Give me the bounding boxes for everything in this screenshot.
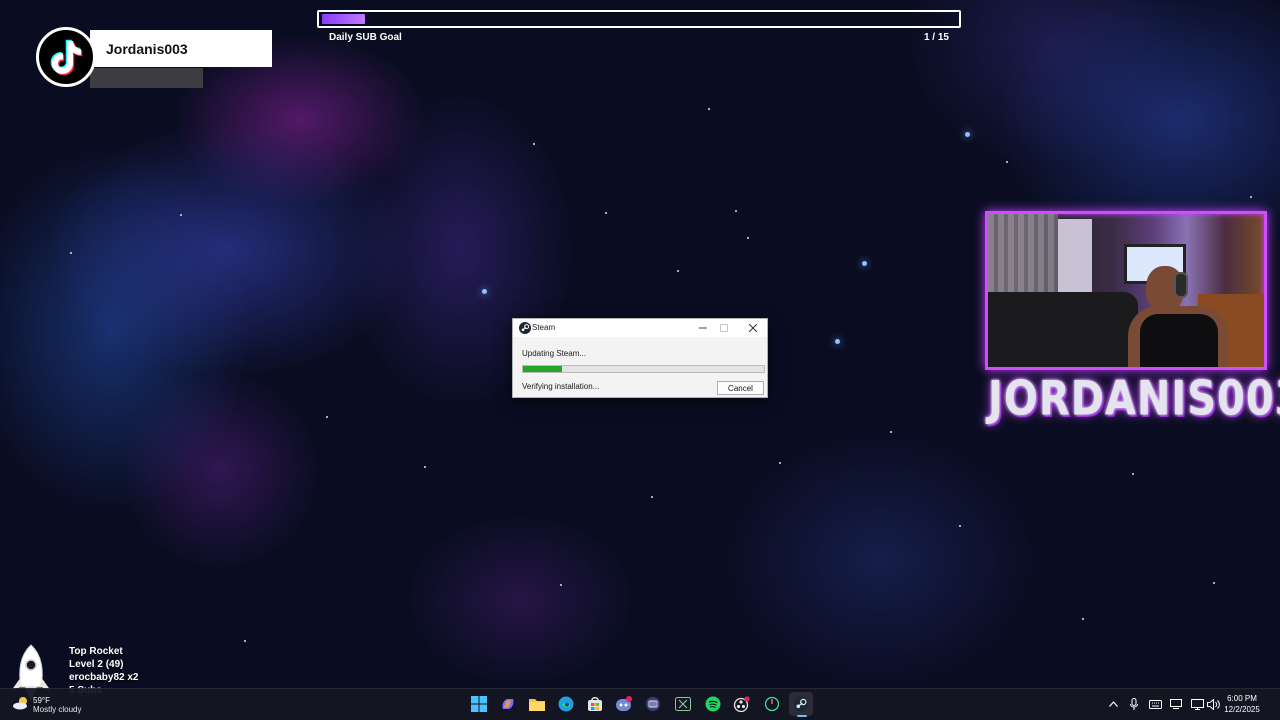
tiktok-logo-icon [36, 27, 96, 87]
dialog-title: Steam [532, 323, 556, 332]
discord-icon [616, 696, 632, 711]
microsoft-store-icon [588, 697, 602, 711]
minimize-button[interactable] [694, 321, 712, 335]
top-rocket-title: Top Rocket [69, 646, 123, 657]
tray-keyboard[interactable] [1148, 697, 1162, 711]
tiktok-username: Jordanis003 [106, 41, 188, 57]
network-icon [1190, 698, 1204, 710]
taskbar-active-indicator [797, 715, 807, 717]
maximize-icon [720, 324, 728, 332]
volume-icon [1206, 698, 1220, 710]
sub-goal-count: 1 / 15 [923, 32, 949, 43]
clock-time: 6:00 PM [1227, 694, 1257, 703]
tray-volume[interactable] [1206, 697, 1220, 711]
taskbar-start-button[interactable] [467, 692, 491, 716]
update-progress-bar [522, 365, 765, 373]
tiktok-name-plate-shadow [90, 68, 203, 88]
weather-condition: Mostly cloudy [33, 705, 82, 714]
taskbar-clock[interactable]: 6:00 PM 12/2/2025 [1224, 693, 1260, 715]
display-icon [1170, 699, 1182, 709]
cancel-button[interactable]: Cancel [717, 381, 764, 395]
minimize-icon [699, 327, 707, 329]
taskbar-power-app[interactable] [760, 692, 784, 716]
copilot-icon [502, 698, 514, 710]
xbox-icon [675, 697, 691, 711]
webcam-sofa [988, 292, 1138, 367]
taskbar-copilot[interactable] [496, 692, 520, 716]
top-rocket-level: Level 2 (49) [69, 659, 124, 670]
dialog-titlebar[interactable]: Steam [513, 319, 767, 337]
tray-network[interactable] [1190, 697, 1204, 711]
taskbar-app-grid[interactable] [641, 692, 665, 716]
spotify-icon [705, 696, 721, 712]
webcam-name-banner: JORDANIS003 [988, 372, 1280, 427]
taskbar-steam[interactable] [789, 692, 813, 716]
steam-update-dialog: Steam Updating Steam... Verifying instal… [512, 318, 768, 398]
update-progress-fill [523, 366, 562, 372]
webcam-frame [985, 211, 1267, 370]
obs-icon [733, 696, 750, 712]
tray-display[interactable] [1169, 697, 1183, 711]
headset-icon [1174, 272, 1188, 298]
steam-icon [793, 696, 809, 712]
weather-temperature: 59°F [33, 696, 50, 705]
sub-goal-progress-fill [322, 14, 365, 24]
file-explorer-icon [529, 699, 545, 711]
taskbar-discord[interactable] [612, 692, 636, 716]
taskbar-file-explorer[interactable] [525, 692, 549, 716]
taskbar-xbox[interactable] [671, 692, 695, 716]
steam-icon [519, 322, 531, 334]
partly-cloudy-icon [13, 697, 27, 710]
app-grid-icon [646, 697, 660, 711]
taskbar-edge[interactable] [554, 692, 578, 716]
windows-start-icon [471, 696, 487, 712]
sub-goal-label: Daily SUB Goal [329, 32, 402, 43]
update-detail-text: Verifying installation... [522, 382, 600, 391]
power-app-icon [764, 696, 780, 712]
close-icon [749, 324, 757, 332]
weather-widget[interactable]: 59°F Mostly cloudy [12, 694, 112, 718]
tray-microphone[interactable] [1127, 697, 1141, 711]
taskbar-obs[interactable] [730, 692, 754, 716]
chevron-up-icon [1108, 701, 1118, 707]
microphone-icon [1130, 698, 1138, 710]
keyboard-icon [1148, 699, 1162, 709]
taskbar [0, 688, 1280, 720]
tray-overflow-button[interactable] [1106, 697, 1120, 711]
top-rocket-user: erocbaby82 x2 [69, 672, 139, 683]
close-button[interactable] [744, 321, 762, 335]
taskbar-spotify[interactable] [701, 692, 725, 716]
taskbar-store[interactable] [583, 692, 607, 716]
maximize-button [715, 321, 733, 335]
clock-date: 12/2/2025 [1224, 705, 1260, 714]
edge-browser-icon [558, 696, 574, 712]
sub-goal-progress-bar [317, 10, 961, 28]
update-status-text: Updating Steam... [522, 349, 587, 358]
